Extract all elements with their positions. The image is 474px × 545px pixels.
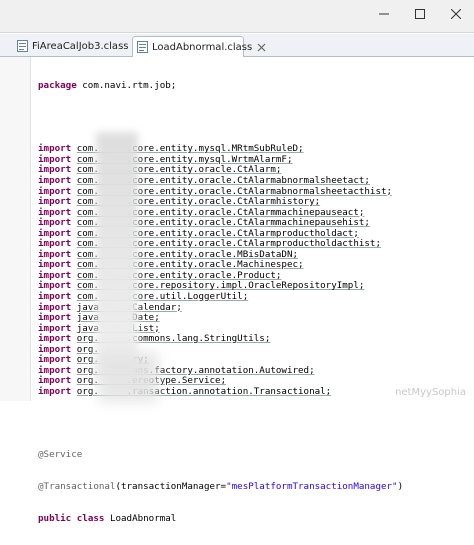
window-title-bar (0, 0, 474, 33)
keyword-import: import (38, 153, 72, 165)
keyword-import: import (38, 385, 72, 397)
keyword-import: import (38, 238, 72, 250)
code-editor[interactable]: package com.navi.rtm.job; import com. .c… (0, 57, 474, 523)
window-controls (366, 0, 474, 28)
keyword-import: import (38, 185, 72, 197)
keyword-import: import (38, 143, 72, 155)
keyword-class: class (76, 512, 105, 524)
editor-tab-bar: FiAreaCalJob3.class LoadAbnormal.class (0, 34, 474, 57)
code-line-annotation-service: @Service (38, 449, 470, 461)
minimize-icon (379, 13, 389, 15)
keyword-import: import (38, 291, 72, 303)
keyword-import: import (38, 175, 72, 187)
package-name: com.navi.rtm.job; (76, 80, 177, 92)
keyword-import: import (38, 196, 72, 208)
minimize-button[interactable] (366, 0, 402, 28)
maximize-button[interactable] (402, 0, 438, 28)
keyword-import: import (38, 248, 72, 260)
keyword-import: import (38, 354, 72, 366)
keyword-import: import (38, 333, 72, 345)
keyword-import: import (38, 322, 72, 334)
eclipse-window: FiAreaCalJob3.class LoadAbnormal.class p… (0, 0, 474, 523)
code-line-annotation-transactional: @Transactional(transactionManager="mesPl… (38, 480, 470, 493)
tab-label: LoadAbnormal.class (152, 41, 253, 53)
tab-fiareacaljob3[interactable]: FiAreaCalJob3.class (12, 36, 142, 55)
redaction-blur (98, 352, 158, 402)
keyword-import: import (38, 312, 72, 324)
redaction-blur (96, 132, 138, 377)
keyword-public: public (38, 512, 72, 524)
keyword-import: import (38, 364, 72, 376)
class-name: LoadAbnormal (104, 512, 177, 524)
annotation: @Transactional (38, 480, 116, 492)
annotation-close: ) (397, 480, 404, 492)
code-line-class-declaration: public class LoadAbnormal (38, 512, 470, 525)
tab-loadabnormal[interactable]: LoadAbnormal.class (132, 36, 266, 57)
editor-gutter (0, 57, 31, 401)
class-file-icon (137, 41, 148, 53)
watermark: netMyySophia (395, 387, 466, 398)
keyword-import: import (38, 280, 72, 292)
code-line-package: package com.navi.rtm.job; (38, 80, 470, 92)
close-tab-icon[interactable] (257, 43, 266, 52)
annotation: @Service (38, 449, 83, 461)
tab-label: FiAreaCalJob3.class (32, 40, 129, 52)
keyword-import: import (38, 206, 72, 218)
annotation-param: (transactionManager= (115, 480, 227, 492)
keyword-import: import (38, 301, 72, 313)
close-icon (451, 9, 461, 19)
keyword-import: import (38, 375, 72, 387)
keyword-import: import (38, 217, 72, 229)
keyword-import: import (38, 164, 72, 176)
keyword: package (38, 80, 77, 92)
close-window-button[interactable] (438, 0, 474, 28)
keyword-import: import (38, 259, 72, 271)
keyword-import: import (38, 269, 72, 281)
keyword-import: import (38, 227, 72, 239)
class-file-icon (17, 40, 28, 52)
maximize-icon (415, 9, 425, 19)
string-literal: "mesPlatformTransactionManager" (226, 480, 398, 492)
keyword-import: import (38, 343, 72, 355)
